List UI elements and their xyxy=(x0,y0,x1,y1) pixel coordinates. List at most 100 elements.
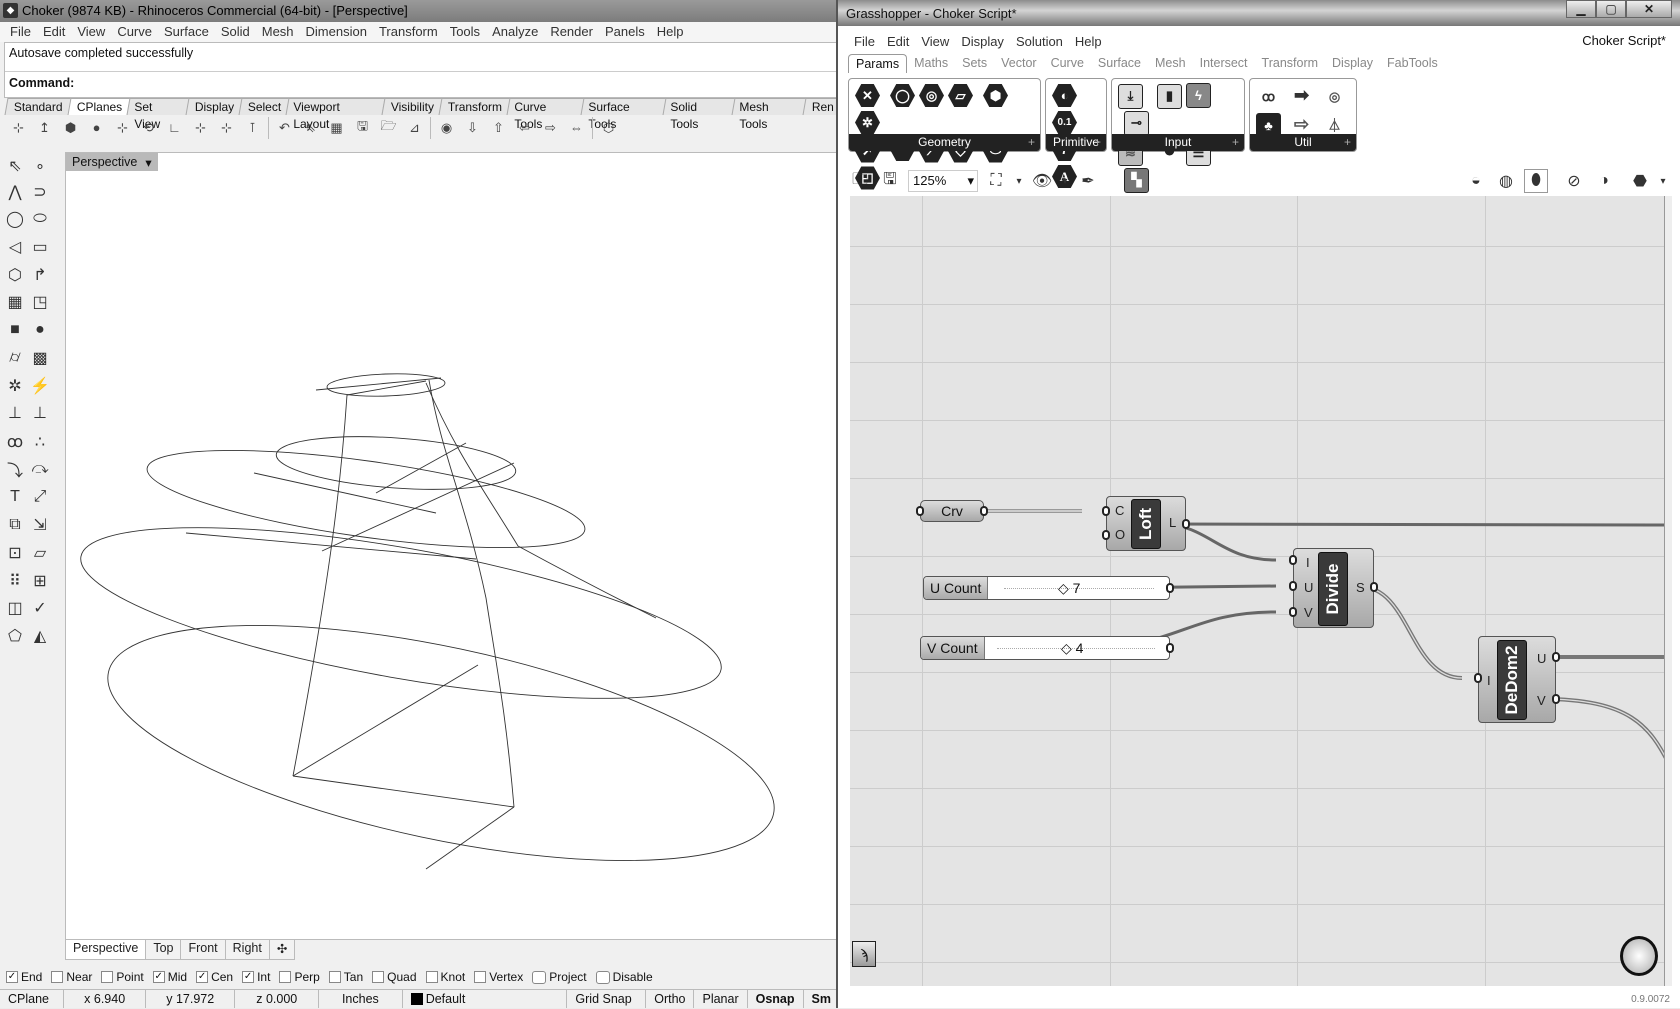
expand-icon[interactable]: + xyxy=(1344,134,1351,151)
v-count-grip[interactable]: ◇ 4 xyxy=(1061,640,1083,657)
circle-param-icon[interactable]: ◯ xyxy=(890,84,915,107)
status-layer[interactable]: Default xyxy=(403,990,568,1008)
osnap-vertex[interactable]: Vertex xyxy=(474,970,523,984)
viewport-tab-top[interactable]: Top xyxy=(145,940,182,960)
sketch-widget-icon[interactable]: ϡ xyxy=(852,941,876,967)
menu-view[interactable]: View xyxy=(71,22,111,42)
command-prompt[interactable]: Command: xyxy=(5,71,841,97)
trim-icon[interactable]: ⊥ xyxy=(3,401,27,425)
surface-tools-icon[interactable]: ◳ xyxy=(28,290,52,314)
osnap-quad[interactable]: Quad xyxy=(372,970,417,984)
toolbar-tab-standard[interactable]: Standard xyxy=(4,98,73,115)
divide-v-port[interactable] xyxy=(1289,607,1297,617)
offset-curve-icon[interactable]: ⤼ xyxy=(28,457,52,481)
add-viewport-tab-icon[interactable]: ✣ xyxy=(268,940,296,960)
osnap-checkbox[interactable]: ✓ xyxy=(6,971,18,983)
import-icon[interactable]: ⤓ xyxy=(1118,83,1143,109)
cplane-arrows-icon[interactable]: ⇔ xyxy=(566,117,587,138)
ortho-toggle[interactable]: Ortho xyxy=(646,990,695,1008)
menu-edit[interactable]: Edit xyxy=(37,22,71,42)
data-output-icon[interactable]: ⇨ xyxy=(1289,112,1314,137)
boolean-param-icon[interactable]: ◐ xyxy=(1052,84,1077,107)
cplane-named-icon[interactable]: ⬡ xyxy=(598,117,619,138)
check-icon[interactable]: ✓ xyxy=(28,596,52,620)
divide-s-port[interactable] xyxy=(1370,582,1378,592)
graph-mapper-icon[interactable]: ϟ xyxy=(1186,83,1211,108)
osnap-checkbox[interactable] xyxy=(474,971,487,983)
cherry-picker-icon[interactable]: ꝏ xyxy=(1256,85,1281,110)
gh-tab-intersect[interactable]: Intersect xyxy=(1193,54,1255,73)
gh-canvas[interactable]: Crv C O Loft L U Count ◇ 7 V Count ◇ 4 I… xyxy=(850,196,1670,986)
cplane-to-object-icon[interactable]: ⬢ xyxy=(60,117,81,138)
cplane-elevation-icon[interactable]: ↥ xyxy=(34,117,55,138)
divide-u-port[interactable] xyxy=(1289,581,1297,591)
viewport-tab-front[interactable]: Front xyxy=(180,940,226,960)
cplane-down-icon[interactable]: ⇩ xyxy=(462,117,483,138)
undo-cplane-icon[interactable]: ↶ xyxy=(274,117,295,138)
input-group-label[interactable]: Input + xyxy=(1112,134,1244,151)
boolean-icon[interactable]: ꝏ xyxy=(3,430,27,454)
toolbar-tab-select[interactable]: Select xyxy=(238,98,291,115)
mesh-icon[interactable]: ▩ xyxy=(28,346,52,370)
cplane-x-axis-icon[interactable]: ⊹ xyxy=(216,117,237,138)
osnap-checkbox[interactable] xyxy=(595,970,610,984)
chevron-down-icon[interactable]: ▾ xyxy=(1014,169,1024,193)
array-icon[interactable]: ⧉ xyxy=(3,513,27,537)
u-count-grip[interactable]: ◇ 7 xyxy=(1058,580,1080,597)
geometry-group-label[interactable]: Geometry + xyxy=(849,134,1040,151)
toolbar-tab-visibility[interactable]: Visibility xyxy=(381,98,444,115)
edit-points-icon[interactable]: ⤵ xyxy=(3,457,27,481)
curve-icon[interactable]: ⊃ xyxy=(28,180,52,204)
menu-dimension[interactable]: Dimension xyxy=(300,22,373,42)
shaded-preview-icon[interactable]: ⬮ xyxy=(1524,169,1548,193)
status-cplane[interactable]: CPlane xyxy=(0,990,65,1008)
osnap-checkbox[interactable] xyxy=(532,970,547,984)
menu-panels[interactable]: Panels xyxy=(599,22,651,42)
osnap-toggle[interactable]: Osnap xyxy=(748,990,804,1008)
osnap-perp[interactable]: Perp xyxy=(279,970,320,984)
mesh-settings-icon[interactable]: ⬣ xyxy=(1628,169,1652,193)
wireframe-preview-icon[interactable]: ◍ xyxy=(1494,169,1518,193)
solids-icon[interactable]: ⬠ xyxy=(3,624,27,648)
gh-menu-edit[interactable]: Edit xyxy=(881,32,915,52)
close-button[interactable]: ✕ xyxy=(1626,0,1672,18)
viewport-tab-perspective[interactable]: Perspective xyxy=(65,940,147,960)
menu-curve[interactable]: Curve xyxy=(111,22,158,42)
osnap-mid[interactable]: ✓ Mid xyxy=(152,970,187,984)
osnap-checkbox[interactable] xyxy=(328,971,341,983)
gh-tab-fabtools[interactable]: FabTools xyxy=(1380,54,1445,73)
osnap-checkbox[interactable] xyxy=(372,971,385,983)
mesh-param-icon[interactable]: ✲ xyxy=(855,111,880,134)
gh-tab-surface[interactable]: Surface xyxy=(1091,54,1148,73)
gh-tab-curve[interactable]: Curve xyxy=(1044,54,1091,73)
save-cplane-icon[interactable]: 🖫 xyxy=(352,117,373,138)
select-icon[interactable]: ⇖ xyxy=(3,154,27,178)
osnap-tan[interactable]: Tan xyxy=(328,970,363,984)
crv-param-node[interactable]: Crv xyxy=(920,500,984,522)
toolbar-tab-solid-tools[interactable]: Solid Tools xyxy=(662,98,737,131)
osnap-disable[interactable]: Disable xyxy=(595,970,653,984)
u-count-output-port[interactable] xyxy=(1166,583,1174,593)
circle-icon[interactable]: ◯ xyxy=(3,207,27,231)
number-param-icon[interactable]: 0.1 xyxy=(1052,111,1077,134)
preview-off-icon[interactable]: ◒ xyxy=(1464,169,1488,193)
osnap-knot[interactable]: Knot xyxy=(425,970,465,984)
geometry-param-icon[interactable]: ✕ xyxy=(855,84,880,107)
loft-l-port[interactable] xyxy=(1182,519,1190,529)
osnap-checkbox[interactable]: ✓ xyxy=(196,971,209,983)
grid-array-icon[interactable]: ⠿ xyxy=(3,569,27,593)
text-icon[interactable]: T xyxy=(3,485,27,509)
menu-render[interactable]: Render xyxy=(544,22,599,42)
gh-tab-params[interactable]: Params xyxy=(848,54,908,73)
divide-i-port[interactable] xyxy=(1289,555,1297,565)
v-count-output-port[interactable] xyxy=(1166,643,1174,653)
fillet-curve-icon[interactable]: ↱ xyxy=(28,263,52,287)
menu-mesh[interactable]: Mesh xyxy=(256,22,300,42)
osnap-checkbox[interactable] xyxy=(101,971,114,983)
divide-component[interactable]: I U V Divide S xyxy=(1293,548,1374,628)
cplane-rotate-icon[interactable]: ⟲ xyxy=(138,117,159,138)
toolbar-tab-mesh-tools[interactable]: Mesh Tools xyxy=(731,98,808,131)
toolbar-tab-transform[interactable]: Transform xyxy=(438,98,512,115)
gh-menu-solution[interactable]: Solution xyxy=(1010,32,1069,52)
gh-tab-maths[interactable]: Maths xyxy=(907,54,955,73)
